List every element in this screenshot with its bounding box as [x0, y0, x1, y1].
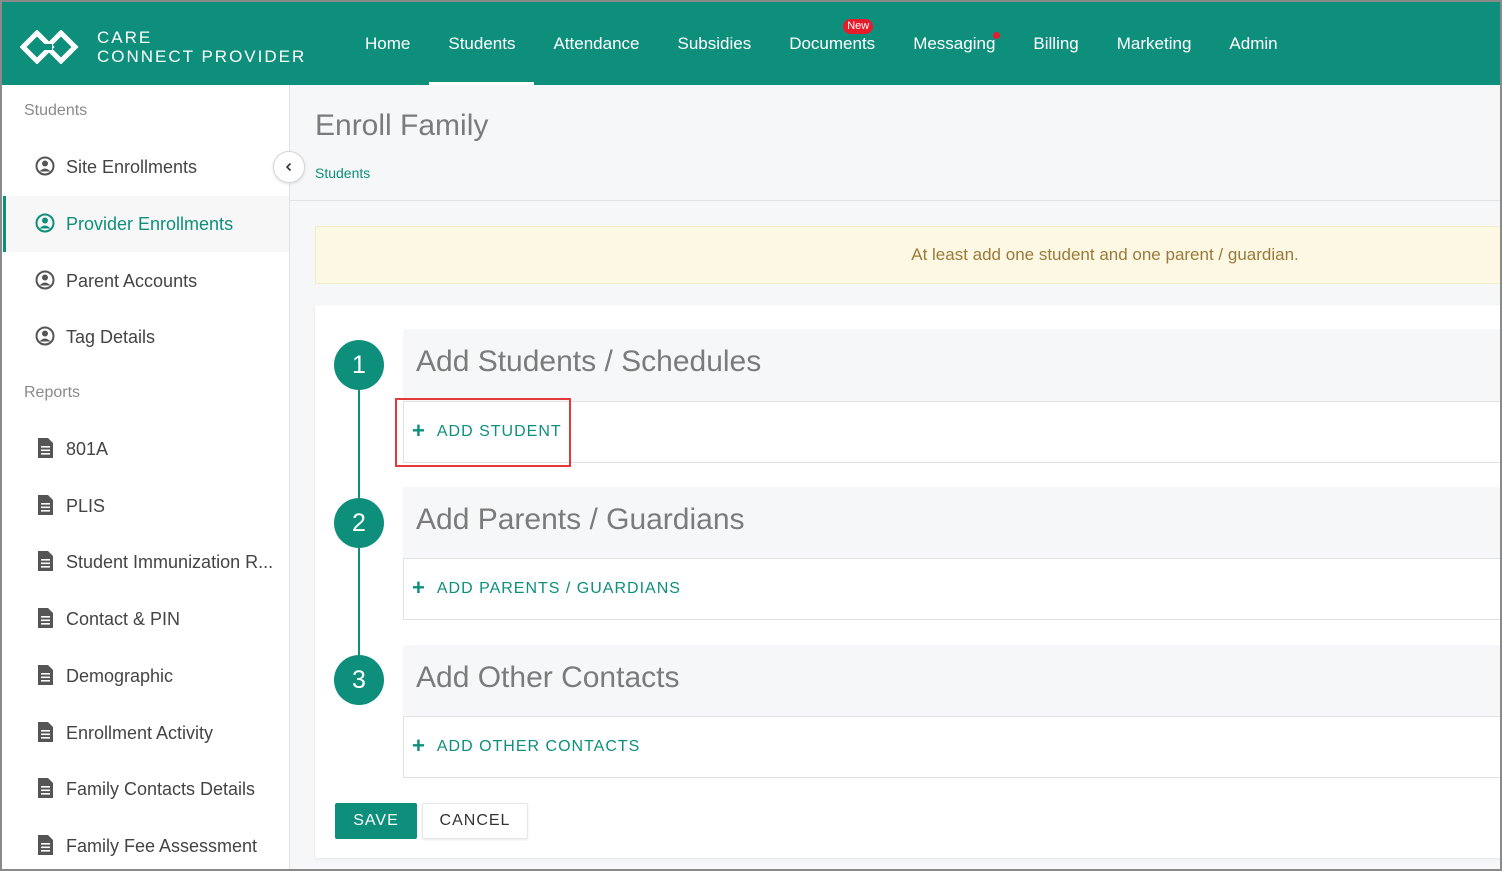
sidebar-item-label: 801A [66, 438, 109, 459]
step-number-badge: 2 [334, 498, 384, 548]
step-number-badge: 3 [334, 655, 384, 705]
notification-dot [993, 32, 1001, 39]
sidebar-item-site-enrollments[interactable]: Site Enrollments [3, 139, 289, 195]
step-title: Add Other Contacts [416, 661, 680, 694]
sidebar-item-label: Enrollment Activity [66, 722, 214, 743]
nav-students[interactable]: Students [429, 0, 535, 85]
page-header: Enroll Family Students [290, 85, 1502, 201]
document-icon [38, 722, 53, 742]
main-nav: Home Students Attendance Subsidies Docum… [346, 0, 1297, 85]
care-connect-logo-icon [20, 30, 79, 64]
sidebar-item-label: Student Immunization R... [66, 551, 274, 572]
breadcrumb-students[interactable]: Students [315, 165, 370, 181]
sidebar-item-family-fee-assessment[interactable]: Family Fee Assessment [3, 818, 289, 871]
save-button[interactable]: SAVE [335, 803, 417, 839]
plus-icon: + [412, 733, 426, 758]
sidebar-item-parent-accounts[interactable]: Parent Accounts [3, 253, 289, 309]
sidebar-item-label: Family Contacts Details [66, 778, 256, 799]
nav-messaging[interactable]: Messaging [894, 0, 1014, 85]
validation-alert: At least add one student and one parent … [315, 226, 1502, 284]
enroll-family-card: 1 Add Students / Schedules + ADD STUDENT… [315, 305, 1502, 858]
document-icon [38, 438, 53, 458]
nav-admin[interactable]: Admin [1210, 0, 1296, 85]
user-circle-icon [35, 270, 55, 290]
sidebar-item-label: Parent Accounts [66, 270, 198, 291]
top-navigation-bar: CARE CONNECT PROVIDER Home Students Atte… [0, 0, 1502, 85]
brand-line-1: CARE [97, 28, 153, 47]
add-parents-button[interactable]: + ADD PARENTS / GUARDIANS [412, 559, 681, 619]
sidebar-item-label: Contact & PIN [66, 608, 181, 629]
button-label: ADD OTHER CONTACTS [436, 738, 641, 755]
new-badge: New [843, 19, 874, 34]
user-circle-icon [35, 213, 55, 233]
nav-attendance[interactable]: Attendance [534, 0, 658, 85]
plus-icon: + [412, 575, 426, 600]
main-content: Enroll Family Students At least add one … [290, 85, 1502, 871]
nav-label: Students [448, 34, 516, 53]
sidebar-heading-students: Students [24, 102, 88, 119]
step-header-students: Add Students / Schedules [403, 329, 1502, 401]
sidebar-collapse-button[interactable] [273, 151, 305, 183]
sidebar-item-801a[interactable]: 801A [3, 421, 289, 477]
sidebar-item-label: Site Enrollments [66, 156, 198, 177]
sidebar-item-demographic[interactable]: Demographic [3, 648, 289, 704]
nav-label: Subsidies [677, 34, 752, 53]
user-circle-icon [35, 156, 55, 176]
nav-label: Admin [1229, 34, 1278, 53]
add-other-contacts-button[interactable]: + ADD OTHER CONTACTS [412, 717, 640, 777]
nav-label: Home [365, 34, 411, 53]
sidebar-item-tag-details[interactable]: Tag Details [3, 309, 289, 365]
step-body-other-contacts: + ADD OTHER CONTACTS [403, 716, 1502, 778]
sidebar-item-label: Tag Details [66, 326, 156, 347]
nav-documents[interactable]: Documents New [770, 0, 894, 85]
add-student-button[interactable]: + ADD STUDENT [412, 402, 562, 462]
document-icon [38, 495, 53, 515]
sidebar-item-label: Family Fee Assessment [66, 835, 258, 856]
button-label: ADD STUDENT [436, 423, 562, 440]
user-circle-icon [35, 326, 55, 346]
sidebar: Students Site Enrollments Provider Enrol… [0, 85, 290, 871]
plus-icon: + [412, 418, 426, 443]
step-header-parents: Add Parents / Guardians [403, 487, 1502, 559]
step-body-students: + ADD STUDENT [403, 401, 1502, 463]
sidebar-item-plis[interactable]: PLIS [3, 478, 289, 534]
nav-home[interactable]: Home [346, 0, 429, 85]
sidebar-item-student-immunization[interactable]: Student Immunization R... [3, 534, 289, 590]
nav-label: Messaging [913, 34, 996, 53]
button-label: ADD PARENTS / GUARDIANS [436, 580, 681, 597]
document-icon [38, 551, 53, 571]
brand-wordmark: CARE CONNECT PROVIDER [97, 28, 306, 66]
document-icon [38, 835, 53, 855]
document-icon [38, 608, 53, 628]
nav-label: Documents [789, 34, 876, 53]
nav-label: Billing [1033, 34, 1079, 53]
page-title: Enroll Family [315, 109, 489, 142]
sidebar-item-family-contacts-details[interactable]: Family Contacts Details [3, 761, 289, 817]
step-title: Add Parents / Guardians [416, 503, 745, 536]
nav-marketing[interactable]: Marketing [1098, 0, 1211, 85]
sidebar-item-label: Demographic [66, 665, 174, 686]
sidebar-item-label: Provider Enrollments [66, 213, 234, 234]
sidebar-item-provider-enrollments[interactable]: Provider Enrollments [3, 196, 289, 252]
step-header-other-contacts: Add Other Contacts [403, 645, 1502, 717]
step-title: Add Students / Schedules [416, 345, 762, 378]
nav-billing[interactable]: Billing [1014, 0, 1097, 85]
document-icon [38, 665, 53, 685]
sidebar-item-enrollment-activity[interactable]: Enrollment Activity [3, 705, 289, 761]
sidebar-item-label: PLIS [66, 495, 106, 516]
nav-label: Marketing [1116, 34, 1192, 53]
nav-subsidies[interactable]: Subsidies [658, 0, 770, 85]
brand-line-2: CONNECT PROVIDER [97, 47, 307, 66]
sidebar-heading-reports: Reports [24, 384, 81, 401]
step-number-badge: 1 [334, 340, 384, 390]
step-body-parents: + ADD PARENTS / GUARDIANS [403, 558, 1502, 620]
chevron-left-icon [285, 162, 292, 172]
document-icon [38, 778, 53, 798]
nav-label: Attendance [553, 34, 640, 53]
cancel-button[interactable]: CANCEL [422, 803, 528, 839]
sidebar-item-contact-pin[interactable]: Contact & PIN [3, 591, 289, 647]
